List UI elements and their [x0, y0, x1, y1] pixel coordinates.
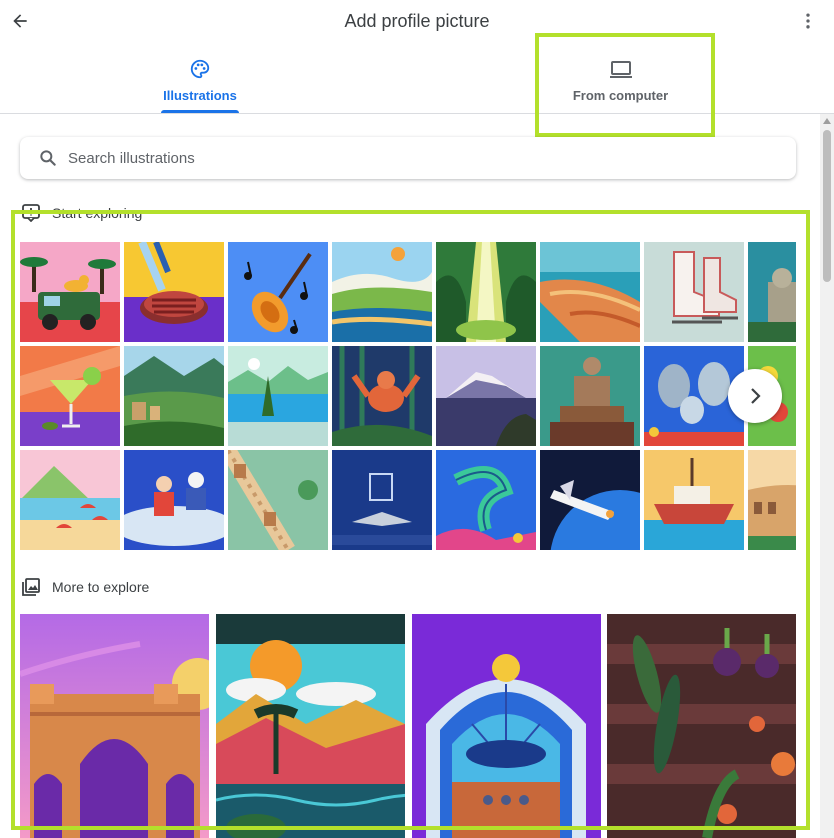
illustration-tile[interactable]: [540, 346, 640, 446]
illustration-tile[interactable]: [436, 346, 536, 446]
illustration-tile[interactable]: [644, 450, 744, 550]
section-start-exploring-title: Start exploring: [52, 205, 143, 221]
illustration-image: [228, 242, 328, 342]
illustration-tile[interactable]: [20, 450, 120, 550]
illustration-tile[interactable]: [748, 450, 796, 550]
laptop-icon: [609, 61, 632, 78]
illustration-image: [20, 450, 120, 550]
illustration-tile[interactable]: [228, 346, 328, 446]
scrollbar-thumb[interactable]: [823, 130, 831, 282]
tab-from-computer-label: From computer: [572, 88, 669, 103]
illustration-image: [436, 346, 536, 446]
tab-bar: Illustrations From computer: [0, 44, 834, 114]
palette-icon: [190, 59, 210, 79]
scrollbar[interactable]: [820, 114, 834, 838]
illustration-tile[interactable]: [124, 450, 224, 550]
search-icon: [40, 150, 56, 166]
tab-illustrations-label: Illustrations: [163, 88, 237, 103]
illustrations-grid: [20, 242, 796, 550]
illustration-image: [228, 346, 328, 446]
explore-icon: [22, 204, 40, 222]
tab-from-computer[interactable]: From computer: [548, 44, 693, 114]
illustration-image: [540, 242, 640, 342]
illustration-image: [748, 242, 796, 342]
illustration-tile[interactable]: [332, 450, 432, 550]
illustration-image: [20, 346, 120, 446]
illustration-tile[interactable]: [436, 242, 536, 342]
illustration-tile[interactable]: [748, 242, 796, 342]
illustration-tile-large[interactable]: [20, 614, 209, 838]
illustration-tile-large[interactable]: [412, 614, 601, 838]
section-more-to-explore: More to explore: [22, 578, 149, 596]
chevron-right-icon: [751, 388, 761, 404]
illustration-tile-large[interactable]: [607, 614, 796, 838]
illustration-tile[interactable]: [644, 242, 744, 342]
illustration-tile[interactable]: [228, 242, 328, 342]
illustration-image: [124, 346, 224, 446]
carousel-next-button[interactable]: [728, 369, 782, 423]
page-title: Add profile picture: [344, 11, 490, 31]
illustration-image: [436, 242, 536, 342]
photo-library-icon: [22, 578, 40, 596]
illustration-image: [644, 242, 744, 342]
more-vert-icon: [806, 13, 810, 29]
illustration-tile[interactable]: [332, 346, 432, 446]
top-bar: Add profile picture: [0, 0, 834, 42]
scroll-up-arrow[interactable]: [823, 118, 831, 124]
illustration-tile[interactable]: [20, 242, 120, 342]
illustration-image: [20, 614, 209, 838]
illustration-image: [607, 614, 796, 838]
illustration-image: [748, 450, 796, 550]
illustration-image: [216, 614, 405, 838]
illustration-tile[interactable]: [436, 450, 536, 550]
illustration-tile[interactable]: [20, 346, 120, 446]
tab-illustrations[interactable]: Illustrations: [155, 44, 245, 114]
illustration-image: [332, 346, 432, 446]
section-start-exploring: Start exploring: [22, 204, 142, 222]
illustration-image: [412, 614, 601, 838]
illustration-image: [540, 346, 640, 446]
search-input[interactable]: [68, 149, 748, 167]
illustration-tile[interactable]: [332, 242, 432, 342]
illustration-tile[interactable]: [540, 450, 640, 550]
illustration-image: [436, 450, 536, 550]
illustration-tile-large[interactable]: [216, 614, 405, 838]
illustration-tile[interactable]: [124, 242, 224, 342]
tab-selected-indicator: [161, 110, 239, 113]
illustration-image: [332, 242, 432, 342]
section-more-to-explore-title: More to explore: [52, 579, 150, 595]
illustration-image: [20, 242, 120, 342]
more-options-button[interactable]: [796, 9, 820, 33]
illustration-image: [644, 450, 744, 550]
illustration-tile[interactable]: [540, 242, 640, 342]
illustration-tile[interactable]: [228, 450, 328, 550]
illustration-image: [540, 450, 640, 550]
illustration-tile[interactable]: [124, 346, 224, 446]
search-bar[interactable]: [20, 137, 796, 179]
illustration-image: [332, 450, 432, 550]
illustration-image: [228, 450, 328, 550]
illustration-image: [124, 450, 224, 550]
illustration-image: [124, 242, 224, 342]
